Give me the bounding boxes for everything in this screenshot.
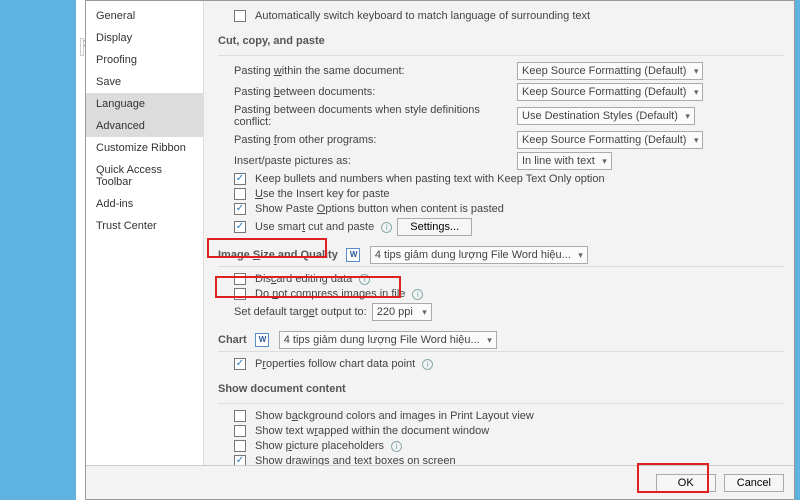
label-paste-other: Pasting from other programs: — [234, 134, 512, 146]
dropdown-image-document[interactable]: 4 tips giảm dung lượng File Word hiệu... — [370, 246, 588, 264]
dropdown-paste-other[interactable]: Keep Source Formatting (Default) — [517, 131, 703, 149]
label-no-compress: Do not compress images in file — [255, 288, 405, 300]
label-paste-between: Pasting between documents: — [234, 86, 512, 98]
dropdown-ppi[interactable]: 220 ppi — [372, 303, 432, 321]
section-cut-copy-paste: Cut, copy, and paste — [218, 35, 325, 47]
checkbox-no-compress[interactable] — [234, 288, 246, 300]
ok-button[interactable]: OK — [656, 474, 716, 492]
label-pic-placeholders: Show picture placeholders — [255, 440, 384, 452]
dropdown-chart-document[interactable]: 4 tips giảm dung lượng File Word hiệu... — [279, 331, 497, 349]
checkbox-text-wrapped[interactable] — [234, 425, 246, 437]
label-discard-editing: Discard editing data — [255, 273, 352, 285]
checkbox-auto-keyboard[interactable] — [234, 10, 246, 22]
label-insert-key: Use the Insert key for paste — [255, 188, 390, 200]
section-image-size-quality: Image Size and Quality — [218, 249, 338, 261]
document-icon — [255, 333, 269, 347]
checkbox-discard-editing[interactable] — [234, 273, 246, 285]
label-properties-follow: Properties follow chart data point — [255, 358, 415, 370]
sidebar-item-customize-ribbon[interactable]: Customize Ribbon — [86, 137, 203, 159]
info-icon: i — [391, 441, 402, 452]
label-bg-colors: Show background colors and images in Pri… — [255, 410, 534, 422]
sidebar-item-save[interactable]: Save — [86, 71, 203, 93]
checkbox-drawings[interactable]: ✓ — [234, 455, 246, 465]
checkbox-keep-bullets[interactable]: ✓ — [234, 173, 246, 185]
checkbox-smart-cut[interactable]: ✓ — [234, 221, 246, 233]
sidebar-item-advanced[interactable]: Advanced — [86, 115, 203, 137]
info-icon: i — [381, 222, 392, 233]
label-paste-conflict: Pasting between documents when style def… — [234, 104, 512, 128]
checkbox-show-paste-options[interactable]: ✓ — [234, 203, 246, 215]
label-text-wrapped: Show text wrapped within the document wi… — [255, 425, 489, 437]
checkbox-pic-placeholders[interactable] — [234, 440, 246, 452]
dropdown-paste-conflict[interactable]: Use Destination Styles (Default) — [517, 107, 695, 125]
sidebar-item-addins[interactable]: Add-ins — [86, 193, 203, 215]
checkbox-properties-follow[interactable]: ✓ — [234, 358, 246, 370]
label-insert-pictures: Insert/paste pictures as: — [234, 155, 512, 167]
info-icon: i — [422, 359, 433, 370]
info-icon: i — [412, 289, 423, 300]
sidebar-item-general[interactable]: General — [86, 5, 203, 27]
options-sidebar: General Display Proofing Save Language A… — [86, 1, 204, 465]
sidebar-item-quick-access-toolbar[interactable]: Quick Access Toolbar — [86, 159, 203, 193]
dialog-footer: OK Cancel — [86, 465, 794, 499]
section-show-document-content: Show document content — [218, 383, 346, 395]
label-drawings: Show drawings and text boxes on screen — [255, 455, 456, 465]
section-chart: Chart — [218, 334, 247, 346]
checkbox-insert-key[interactable] — [234, 188, 246, 200]
sidebar-item-display[interactable]: Display — [86, 27, 203, 49]
info-icon: i — [359, 274, 370, 285]
label-show-paste-options: Show Paste Options button when content i… — [255, 203, 504, 215]
label-default-target: Set default target output to: — [234, 306, 367, 318]
cancel-button[interactable]: Cancel — [724, 474, 784, 492]
label-smart-cut: Use smart cut and paste — [255, 221, 374, 233]
sidebar-item-language[interactable]: Language — [86, 93, 203, 115]
label-keep-bullets: Keep bullets and numbers when pasting te… — [255, 173, 605, 185]
sidebar-item-proofing[interactable]: Proofing — [86, 49, 203, 71]
dropdown-paste-within[interactable]: Keep Source Formatting (Default) — [517, 62, 703, 80]
settings-button[interactable]: Settings... — [397, 218, 472, 236]
label-paste-within: Pasting within the same document: — [234, 65, 512, 77]
ruler-fragment: 14 — [80, 38, 84, 56]
dropdown-insert-pictures[interactable]: In line with text — [517, 152, 612, 170]
document-icon — [346, 248, 360, 262]
label-auto-keyboard: Automatically switch keyboard to match l… — [255, 10, 590, 22]
options-dialog: General Display Proofing Save Language A… — [85, 0, 795, 500]
dropdown-paste-between[interactable]: Keep Source Formatting (Default) — [517, 83, 703, 101]
sidebar-item-trust-center[interactable]: Trust Center — [86, 215, 203, 237]
options-content: Automatically switch keyboard to match l… — [204, 1, 794, 465]
checkbox-bg-colors[interactable] — [234, 410, 246, 422]
